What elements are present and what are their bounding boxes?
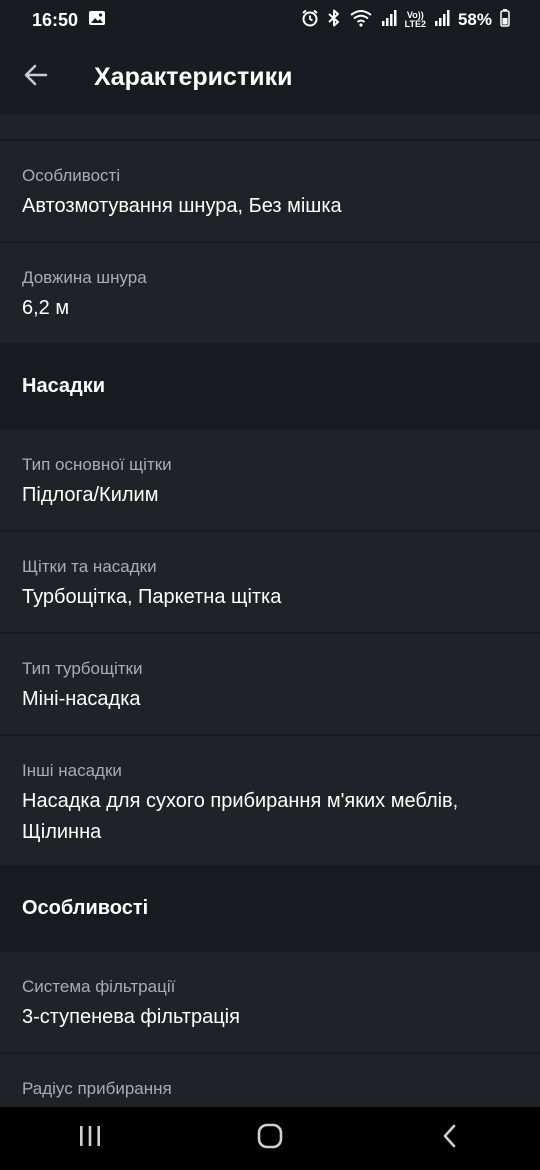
spec-value: Насадка для сухого прибирання м'яких меб… xyxy=(22,790,459,843)
specs-content[interactable]: Особливості Автозмотування шнура, Без мі… xyxy=(0,115,540,1107)
section-title-features: Особливості xyxy=(0,865,540,952)
spec-label: Інші насадки xyxy=(22,761,122,780)
spec-label: Щітки та насадки xyxy=(22,557,157,576)
spec-value: Автозмотування шнура, Без мішка xyxy=(22,195,342,217)
wifi-icon xyxy=(349,9,373,32)
spec-value: Підлога/Килим xyxy=(22,484,159,506)
spec-label: Тип основної щітки xyxy=(22,455,172,474)
spec-row-cord-length: Довжина шнура 6,2 м xyxy=(0,243,540,343)
recent-apps-icon xyxy=(78,1125,102,1152)
alarm-icon xyxy=(301,9,319,32)
top-divider-strip xyxy=(0,115,540,139)
system-back-button[interactable] xyxy=(410,1107,490,1170)
system-nav-bar xyxy=(0,1107,540,1170)
spec-value: Міні-насадка xyxy=(22,688,141,710)
status-right: Vo)) LTE2 58% xyxy=(301,8,510,32)
spec-row-filtration: Система фільтрації 3-ступенева фільтраці… xyxy=(0,952,540,1052)
spec-row-other-nozzles: Інші насадки Насадка для сухого прибиран… xyxy=(0,736,540,865)
home-icon xyxy=(257,1123,283,1154)
status-bar: 16:50 Vo)) LTE2 58% xyxy=(0,0,540,40)
spec-label: Радіус прибирання xyxy=(22,1079,172,1098)
arrow-left-icon xyxy=(24,64,48,91)
signal-icon xyxy=(381,9,397,31)
spec-value: 6,2 м xyxy=(22,297,70,319)
home-button[interactable] xyxy=(230,1107,310,1170)
bluetooth-icon xyxy=(327,9,341,32)
volte-badge: Vo)) LTE2 xyxy=(405,11,426,29)
signal-icon-2 xyxy=(434,9,450,31)
back-icon xyxy=(442,1124,458,1153)
section-title-nozzles: Насадки xyxy=(0,343,540,430)
volte-bottom: LTE2 xyxy=(404,19,426,29)
spec-value: Турбощітка, Паркетна щітка xyxy=(22,586,282,608)
spec-row-turbo-brush: Тип турбощітки Міні-насадка xyxy=(0,634,540,734)
battery-percent: 58% xyxy=(457,10,492,29)
spec-label: Особливості xyxy=(22,166,121,185)
spec-label: Система фільтрації xyxy=(22,977,176,996)
page-title: Характеристики xyxy=(94,62,293,91)
spec-row-cleaning-radius: Радіус прибирання xyxy=(0,1054,540,1107)
spec-row-brushes: Щітки та насадки Турбощітка, Паркетна щі… xyxy=(0,532,540,632)
spec-label: Тип турбощітки xyxy=(22,659,143,678)
battery-icon xyxy=(500,8,510,32)
app-bar: Характеристики xyxy=(0,40,540,114)
spec-row-main-brush: Тип основної щітки Підлога/Килим xyxy=(0,430,540,530)
status-time: 16:50 xyxy=(32,9,79,30)
status-left: 16:50 xyxy=(32,10,106,31)
recent-apps-button[interactable] xyxy=(50,1107,130,1170)
spec-row-features: Особливості Автозмотування шнура, Без мі… xyxy=(0,141,540,241)
gallery-icon xyxy=(88,10,106,31)
back-button[interactable] xyxy=(0,40,72,114)
spec-value: 3-ступенева фільтрація xyxy=(22,1006,240,1028)
spec-label: Довжина шнура xyxy=(22,268,147,287)
